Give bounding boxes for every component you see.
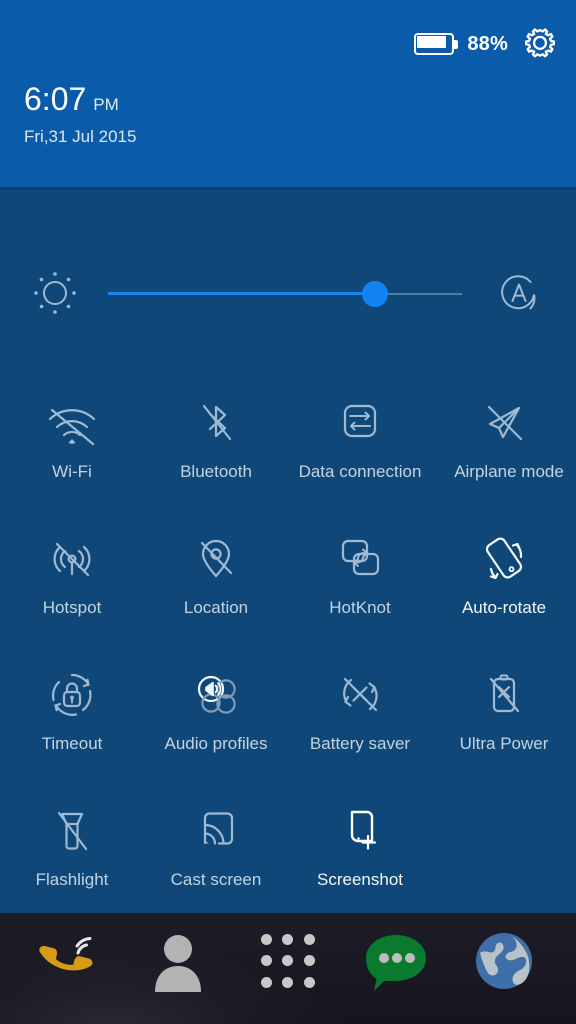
tile-label: Battery saver (309, 734, 411, 753)
tile-timeout[interactable]: Timeout (0, 650, 144, 786)
contacts-icon (155, 935, 201, 992)
dock-item-browser[interactable] (458, 927, 550, 995)
audio-profiles-icon (178, 666, 254, 728)
tile-label: Wi-Fi (52, 462, 92, 481)
apps-dot (303, 934, 315, 945)
tile-label: Location (183, 598, 249, 617)
dock-item-messages[interactable] (350, 927, 442, 995)
screen-timeout-icon (34, 666, 110, 728)
apps-dot (261, 955, 272, 967)
tile-location[interactable]: Location (144, 514, 288, 650)
tile-label: Audio profiles (164, 734, 268, 753)
tile-label: Bluetooth (180, 462, 252, 481)
ultra-power-off-icon (466, 666, 542, 728)
cast-screen-icon (178, 802, 254, 864)
home-dock (0, 913, 576, 1024)
apps-dot (282, 934, 294, 945)
battery-icon (414, 33, 459, 55)
tile-label: Auto-rotate (461, 598, 547, 617)
dock-item-contacts[interactable] (132, 927, 224, 995)
app-drawer-icon (261, 934, 315, 988)
dock-item-app-drawer[interactable] (242, 927, 334, 995)
tile-wifi[interactable]: Wi-Fi (0, 378, 144, 514)
message-icon (366, 935, 426, 991)
tile-label: Ultra Power (459, 734, 549, 753)
tile-battery-saver[interactable]: Battery saver (288, 650, 432, 786)
dock-item-phone[interactable] (22, 927, 114, 995)
auto-brightness-icon[interactable] (492, 266, 546, 320)
clock-block: 6:07 PM Fri,31 Jul 2015 (24, 82, 136, 147)
tile-auto-rotate[interactable]: Auto-rotate (432, 514, 576, 650)
brightness-slider[interactable] (108, 281, 462, 307)
tile-hotspot[interactable]: Hotspot (0, 514, 144, 650)
apps-dot (261, 934, 272, 945)
slider-track-fill (108, 292, 376, 295)
battery-fill (417, 36, 447, 48)
gear-icon[interactable] (522, 26, 558, 62)
slider-thumb[interactable] (362, 281, 388, 307)
status-row: 88% (414, 26, 558, 62)
brightness-row (0, 262, 576, 326)
tile-bluetooth[interactable]: Bluetooth (144, 378, 288, 514)
apps-dot (282, 976, 294, 988)
clock-time: 6:07 (24, 81, 87, 117)
tile-hotknot[interactable]: HotKnot (288, 514, 432, 650)
flashlight-off-icon (34, 802, 110, 864)
apps-dot (261, 976, 272, 988)
clock-ampm: PM (93, 95, 119, 114)
browser-globe-icon (476, 933, 532, 989)
phone-icon (39, 937, 93, 971)
airplane-mode-off-icon (466, 394, 542, 456)
battery-saver-off-icon (322, 666, 398, 728)
tile-audio-profiles[interactable]: Audio profiles (144, 650, 288, 786)
tile-screenshot[interactable]: Screenshot (288, 786, 432, 922)
battery-cap (454, 40, 459, 49)
tile-data-connection[interactable]: Data connection (288, 378, 432, 514)
bluetooth-off-icon (178, 394, 254, 456)
battery-status: 88% (414, 33, 508, 56)
tile-airplane-mode[interactable]: Airplane mode (432, 378, 576, 514)
clock-line: 6:07 PM (24, 82, 136, 116)
tile-cast-screen[interactable]: Cast screen (144, 786, 288, 922)
tile-label: Cast screen (170, 870, 262, 889)
data-connection-icon (322, 394, 398, 456)
hotknot-icon (322, 530, 398, 592)
tile-label: Airplane mode (454, 462, 564, 481)
hotspot-off-icon (34, 530, 110, 592)
tile-ultra-power[interactable]: Ultra Power (432, 650, 576, 786)
tile-label: Hotspot (42, 598, 102, 617)
tile-label: HotKnot (329, 598, 391, 617)
screenshot-icon (322, 802, 398, 864)
apps-dot (282, 955, 294, 967)
wifi-off-icon (34, 394, 110, 456)
status-header: 88% 6:07 PM Fri,31 Jul 2015 (0, 0, 576, 187)
tile-label: Screenshot (317, 870, 403, 889)
battery-percent-label: 88% (467, 32, 508, 55)
apps-dot (303, 976, 315, 988)
location-off-icon (178, 530, 254, 592)
apps-dot (303, 955, 315, 967)
tile-label: Timeout (41, 734, 103, 753)
auto-rotate-icon (466, 530, 542, 592)
brightness-sun-icon (34, 272, 76, 314)
date-label: Fri,31 Jul 2015 (24, 127, 137, 146)
quick-settings-grid: Wi-Fi Bluetooth Data connection Airplane… (0, 378, 576, 922)
tile-label: Data connection (298, 462, 422, 481)
tile-flashlight[interactable]: Flashlight (0, 786, 144, 922)
tile-label: Flashlight (35, 870, 109, 889)
header-divider (0, 187, 576, 190)
